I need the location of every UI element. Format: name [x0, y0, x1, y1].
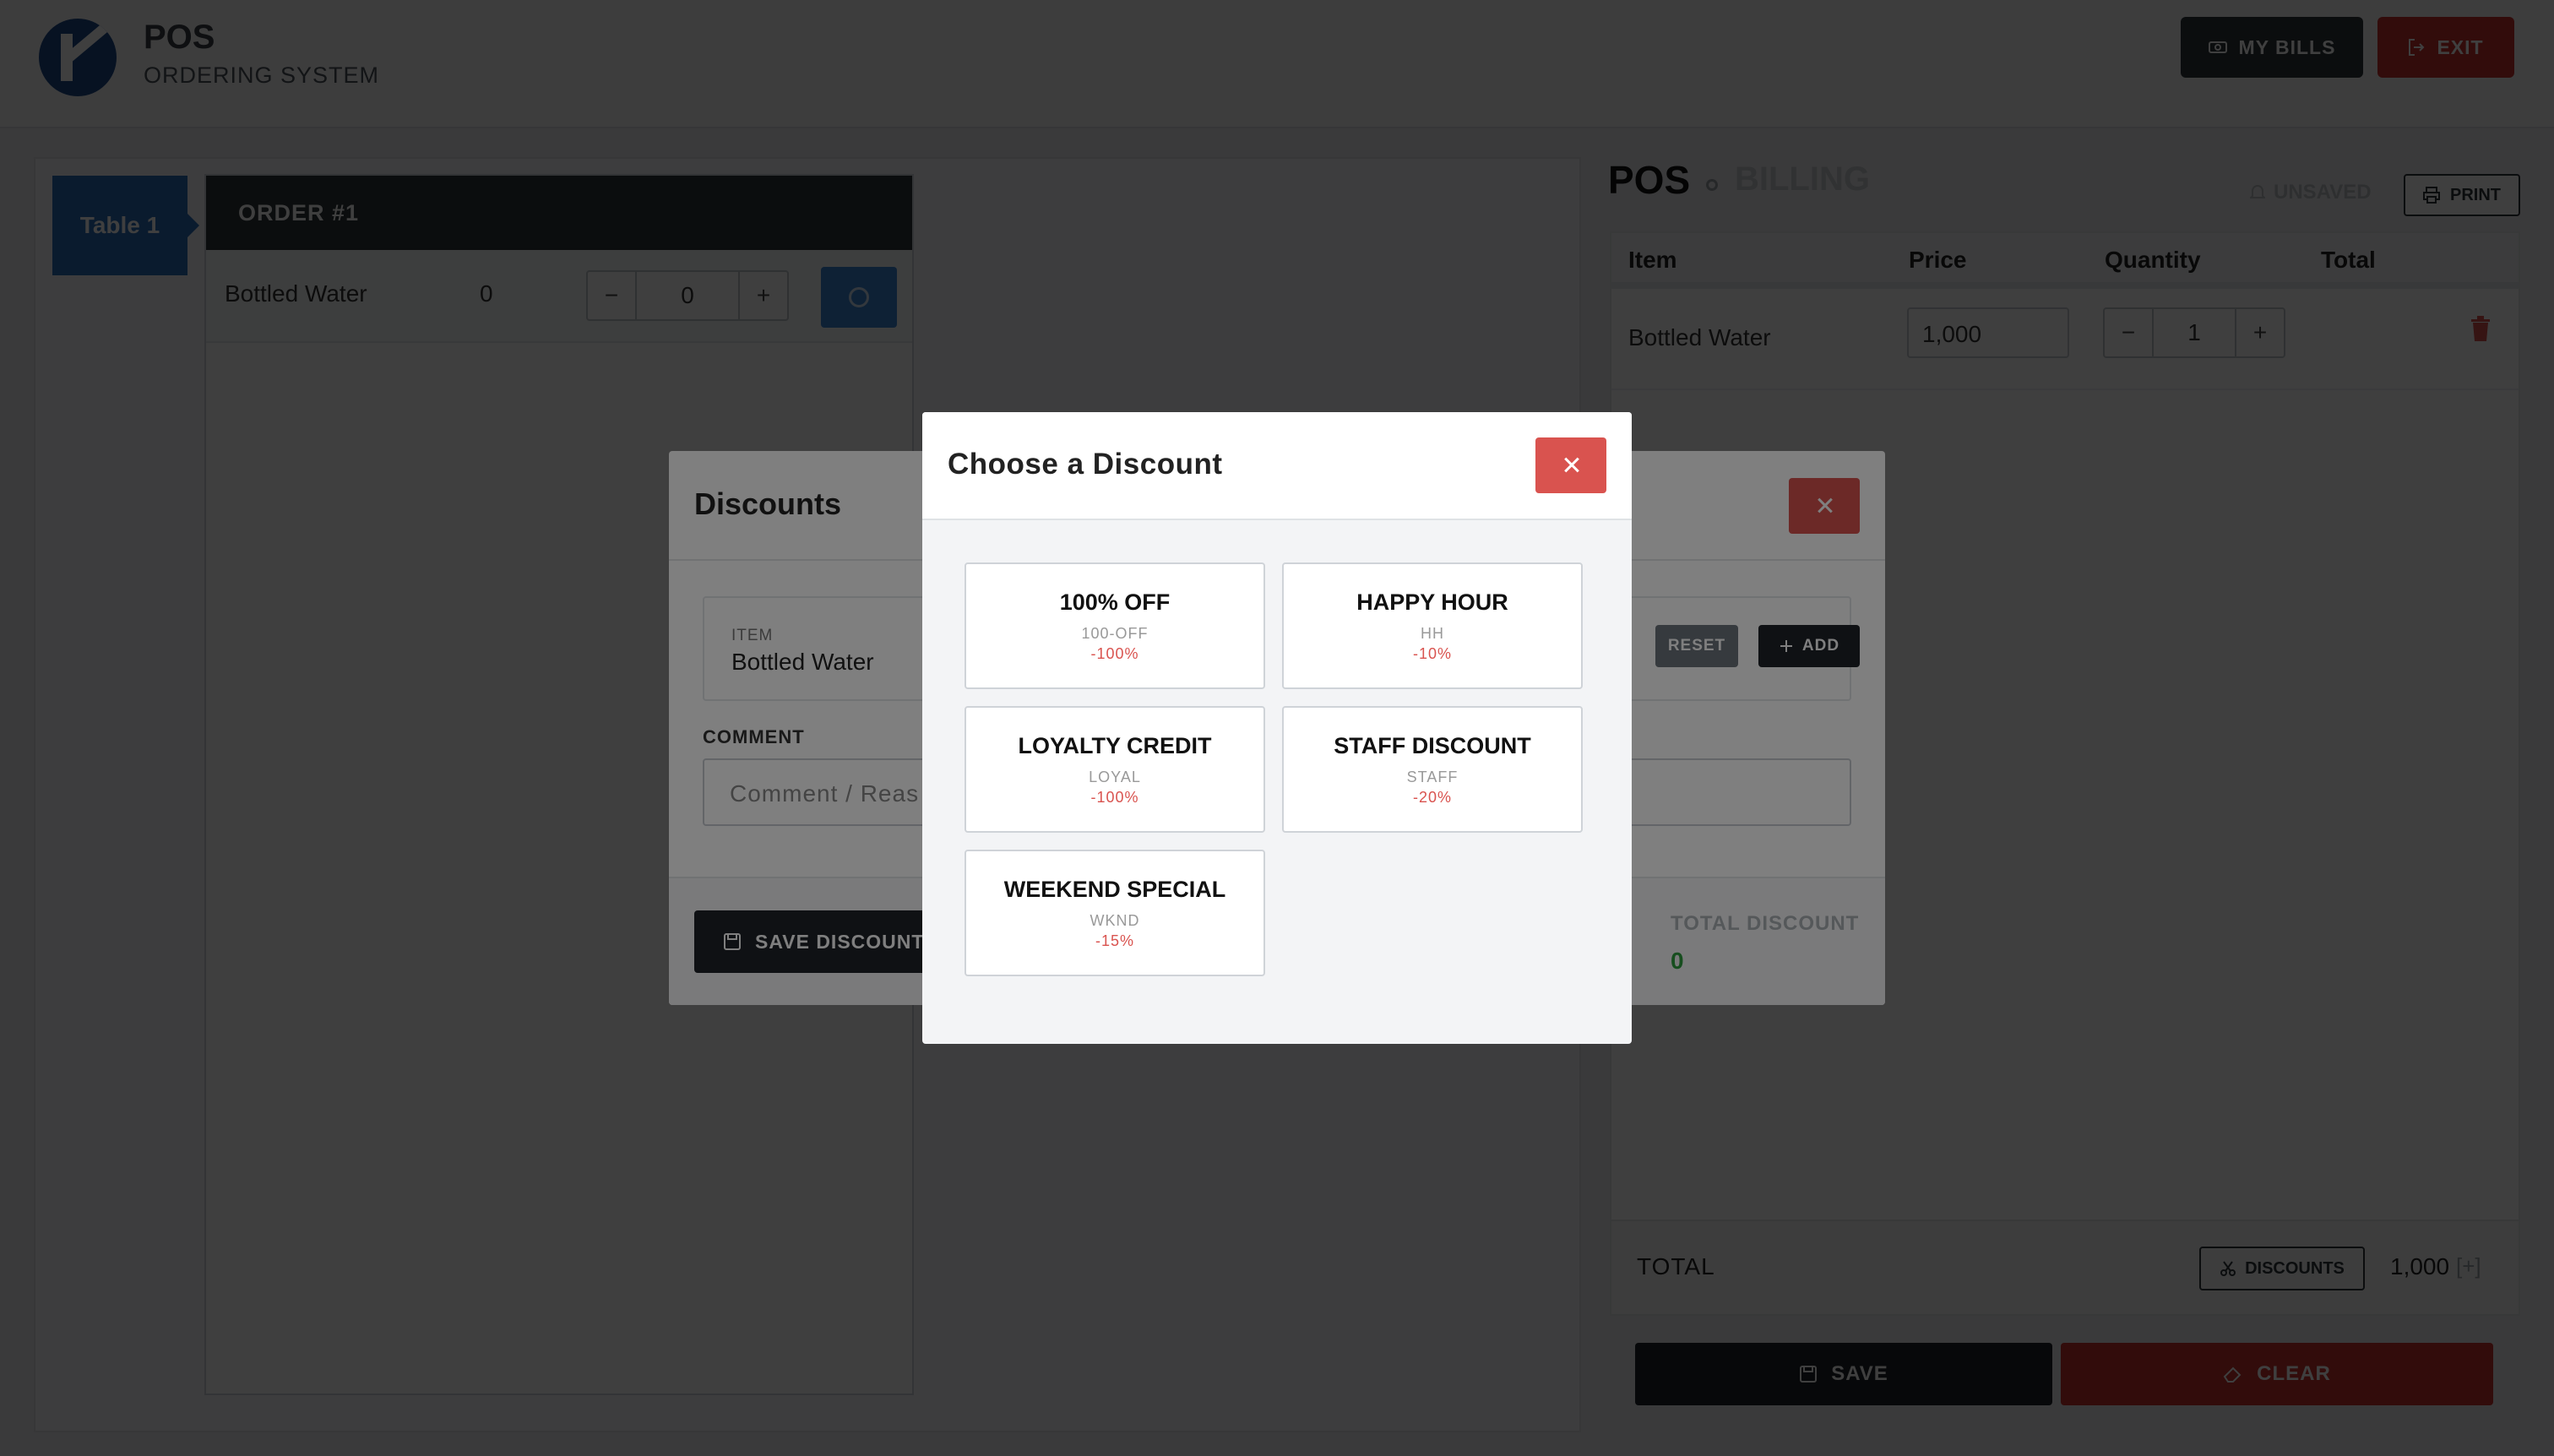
choose-discount-title: Choose a Discount	[948, 448, 1223, 481]
close-icon[interactable]	[1535, 437, 1606, 493]
discount-option-100-off[interactable]: 100% OFF 100-OFF -100%	[965, 562, 1265, 689]
discount-name: WEEKEND SPECIAL	[1003, 877, 1226, 902]
discount-percent: -20%	[1412, 789, 1453, 806]
choose-discount-modal: Choose a Discount 100% OFF 100-OFF -100%…	[922, 412, 1632, 1044]
discount-percent: -10%	[1412, 645, 1453, 662]
discount-name: HAPPY HOUR	[1356, 589, 1508, 615]
discount-code: WKND	[1090, 912, 1140, 929]
discount-percent: -15%	[1095, 932, 1135, 949]
discount-option-happy-hour[interactable]: HAPPY HOUR HH -10%	[1282, 562, 1583, 689]
discount-name: LOYALTY CREDIT	[1018, 733, 1212, 758]
discount-code: LOYAL	[1089, 769, 1141, 785]
discount-code: HH	[1421, 625, 1444, 642]
discount-option-loyalty-credit[interactable]: LOYALTY CREDIT LOYAL -100%	[965, 706, 1265, 833]
discount-percent: -100%	[1090, 645, 1139, 662]
discount-percent: -100%	[1090, 789, 1139, 806]
discount-code: STAFF	[1406, 769, 1459, 785]
discount-name: 100% OFF	[1059, 589, 1171, 615]
choose-discount-header: Choose a Discount	[922, 412, 1632, 520]
discount-code: 100-OFF	[1081, 625, 1149, 642]
discount-option-weekend-special[interactable]: WEEKEND SPECIAL WKND -15%	[965, 850, 1265, 976]
discount-name: STAFF DISCOUNT	[1334, 733, 1531, 758]
discount-option-staff-discount[interactable]: STAFF DISCOUNT STAFF -20%	[1282, 706, 1583, 833]
